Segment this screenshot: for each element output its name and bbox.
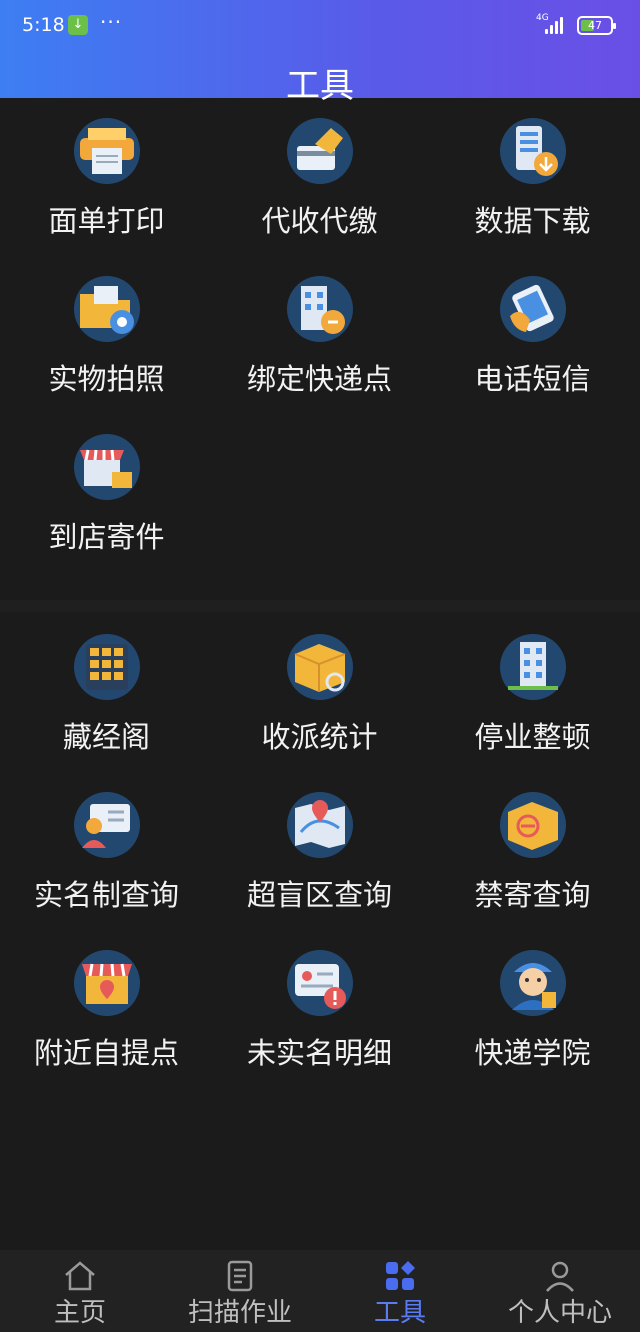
id-alert-icon — [287, 950, 353, 1016]
tool-label: 未实名明细 — [246, 1036, 392, 1070]
photo-folder-icon — [74, 276, 140, 342]
tool-label: 禁寄查询 — [474, 878, 591, 912]
tab-label: 个人中心 — [507, 1298, 612, 1328]
more-notifications-icon: ··· — [100, 10, 123, 34]
tool-label: 实名制查询 — [33, 878, 179, 912]
tool-label: 面单打印 — [48, 204, 165, 238]
download-notification-icon: ↓ — [68, 15, 88, 35]
tool-label: 绑定快递点 — [246, 362, 392, 396]
tab-label: 主页 — [53, 1298, 106, 1328]
tools-grid-icon — [386, 1261, 415, 1290]
tab-tools[interactable]: 工具 — [320, 1250, 480, 1332]
tool-label: 到店寄件 — [48, 520, 165, 554]
bind-building-icon — [287, 276, 353, 342]
battery-icon: 47 — [577, 16, 616, 35]
scan-task-icon — [227, 1260, 253, 1292]
data-download-icon — [500, 118, 566, 184]
tab-label: 扫描作业 — [187, 1298, 292, 1328]
card-payment-icon — [287, 118, 353, 184]
top-bar: 5:18 ↓ ··· 4G 47 工具 — [0, 0, 640, 106]
tab-profile[interactable]: 个人中心 — [480, 1250, 640, 1332]
forbidden-box-icon — [500, 792, 566, 858]
phone-message-icon — [500, 276, 566, 342]
tool-label: 附近自提点 — [33, 1036, 179, 1070]
nearby-store-icon — [74, 950, 140, 1016]
signal-icon — [545, 16, 567, 34]
tool-label: 停业整顿 — [474, 720, 591, 754]
tool-label: 藏经阁 — [62, 720, 150, 754]
tool-label: 电话短信 — [474, 362, 591, 396]
tab-scan-task[interactable]: 扫描作业 — [160, 1250, 320, 1332]
courier-academy-icon — [500, 950, 566, 1016]
map-pin-icon — [287, 792, 353, 858]
person-icon — [546, 1261, 574, 1292]
status-time: 5:18 — [22, 14, 65, 36]
page-title: 工具 — [286, 66, 354, 106]
library-shelf-icon — [74, 634, 140, 700]
id-card-search-icon — [74, 792, 140, 858]
bottom-tab-bar: 主页 扫描作业 工具 个人中心 — [0, 1250, 640, 1332]
tool-label: 快递学院 — [474, 1036, 591, 1070]
tab-home[interactable]: 主页 — [0, 1250, 160, 1332]
section-divider — [0, 600, 640, 612]
tab-label: 工具 — [373, 1298, 426, 1328]
closed-building-icon — [500, 634, 566, 700]
tool-label: 收派统计 — [261, 720, 378, 754]
store-send-icon — [74, 434, 140, 500]
status-bar: 5:18 ↓ ··· 4G 47 — [0, 0, 640, 52]
battery-level: 47 — [588, 19, 602, 32]
parcel-stats-icon — [287, 634, 353, 700]
home-icon — [65, 1261, 95, 1291]
tool-label: 超盲区查询 — [246, 878, 392, 912]
printer-icon — [74, 118, 140, 184]
tool-label: 代收代缴 — [261, 204, 378, 238]
tool-label: 实物拍照 — [48, 362, 165, 396]
tool-label: 数据下载 — [474, 204, 591, 238]
